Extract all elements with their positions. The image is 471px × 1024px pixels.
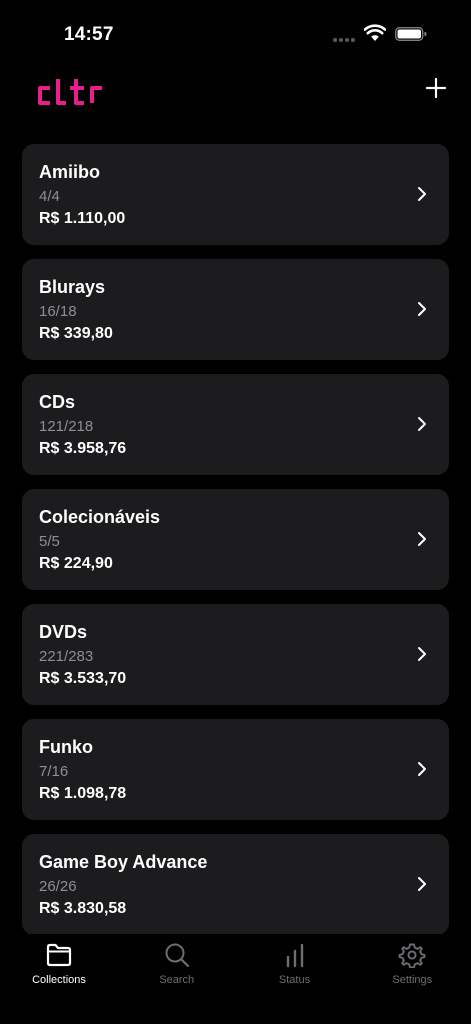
add-collection-button[interactable] [424,76,448,100]
status-time: 14:57 [64,24,114,45]
tab-collections[interactable]: Collections [0,942,118,986]
tab-bar: Collections Search Status Settings [0,934,471,1024]
folder-icon [46,943,72,967]
chevron-right-icon [418,187,426,201]
collection-value: R$ 3.830,58 [39,900,127,917]
gear-icon [398,943,426,968]
cellular-signal-icon [333,38,355,42]
collection-name: Colecionáveis [39,507,161,527]
collection-name: DVDs [39,622,88,642]
chevron-right-icon [418,532,426,546]
collection-count: 26/26 [39,878,77,895]
collection-value: R$ 339,80 [39,325,113,342]
tab-settings[interactable]: Settings [353,942,471,986]
collection-card[interactable]: Game Boy Advance 26/26 R$ 3.830,58 [22,834,449,935]
tab-status[interactable]: Status [236,942,354,986]
collection-value: R$ 1.110,00 [39,210,126,227]
tab-label: Search [159,974,195,986]
collection-count: 121/218 [39,418,94,435]
search-icon [165,943,189,968]
chevron-right-icon [418,302,426,316]
battery-icon [395,27,427,41]
chevron-right-icon [418,762,426,776]
collection-card[interactable]: DVDs 221/283 R$ 3.533,70 [22,604,449,705]
collection-count: 5/5 [39,533,60,550]
collection-value: R$ 3.533,70 [39,670,127,687]
collection-value: R$ 224,90 [39,555,113,572]
collection-name: Amiibo [39,162,100,182]
collection-count: 7/16 [39,763,69,780]
tab-label: Collections [32,974,86,986]
collection-name: CDs [39,392,76,412]
bar-chart-icon [286,943,303,968]
collection-count: 221/283 [39,648,94,665]
collection-value: R$ 3.958,76 [39,440,127,457]
collection-count: 4/4 [39,188,60,205]
collection-card[interactable]: Funko 7/16 R$ 1.098,78 [22,719,449,820]
collection-name: Game Boy Advance [39,852,208,872]
chevron-right-icon [418,877,426,891]
collection-list: Amiibo 4/4 R$ 1.110,00 Blurays 16/18 R$ 339,8… [22,144,449,949]
collection-name: Funko [39,737,93,757]
cltr-logo [38,79,102,105]
collection-count: 16/18 [39,303,77,320]
collection-card[interactable]: Amiibo 4/4 R$ 1.110,00 [22,144,449,245]
collection-card[interactable]: CDs 121/218 R$ 3.958,76 [22,374,449,475]
wifi-icon [364,24,386,41]
chevron-right-icon [418,417,426,431]
tab-label: Status [278,974,311,986]
collection-card[interactable]: Blurays 16/18 R$ 339,80 [22,259,449,360]
status-bar: 14:57 [0,0,471,60]
collection-value: R$ 1.098,78 [39,785,127,802]
collection-card[interactable]: Colecionáveis 5/5 R$ 224,90 [22,489,449,590]
chevron-right-icon [418,647,426,661]
app-header [0,70,471,114]
collection-name: Blurays [39,277,106,297]
tab-search[interactable]: Search [118,942,236,986]
tab-label: Settings [392,974,433,986]
